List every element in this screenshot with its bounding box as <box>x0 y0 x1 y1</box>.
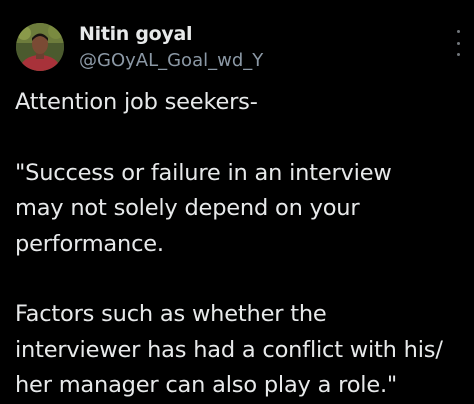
tweet-line: "Success or failure in an interview <box>15 159 392 186</box>
tweet-line: Attention job seekers- <box>15 89 258 115</box>
tweet-line: interviewer has had a conflict with his/ <box>15 336 443 363</box>
display-name[interactable]: Nitin goyal <box>79 23 193 45</box>
tweet-line: Factors such as whether the <box>15 301 327 327</box>
more-dot <box>456 41 460 45</box>
tweet-line: may not solely depend on your <box>15 195 360 221</box>
more-options-icon[interactable] <box>450 30 466 56</box>
paragraph-break <box>15 262 467 297</box>
more-dot <box>456 30 460 33</box>
profile-photo-icon <box>16 23 64 71</box>
user-handle[interactable]: @GOyAL_Goal_wd_Y <box>79 50 263 71</box>
avatar[interactable] <box>16 23 64 71</box>
more-dot <box>456 53 460 56</box>
tweet-line: her manager can also play a role." <box>15 372 398 398</box>
tweet-line: performance. <box>15 230 164 257</box>
tweet-body: Attention job seekers- "Success or failu… <box>15 85 467 404</box>
tweet-card: Nitin goyal @GOyAL_Goal_wd_Y Attention j… <box>0 0 474 402</box>
paragraph-break <box>15 121 467 156</box>
